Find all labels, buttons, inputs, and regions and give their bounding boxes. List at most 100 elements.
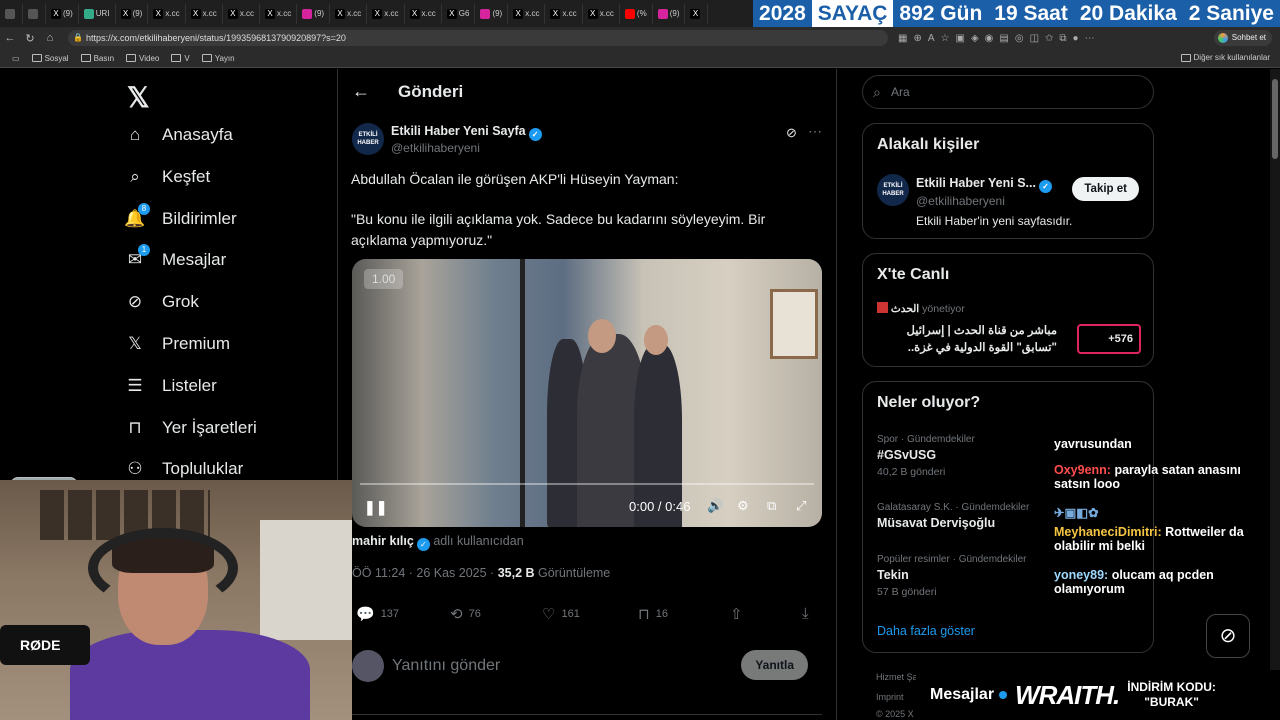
home-icon[interactable]: ⌂ [40, 32, 60, 44]
grid-icon[interactable]: ▦ [898, 33, 907, 44]
browser-tab[interactable]: (9) [297, 3, 331, 24]
back-arrow-icon[interactable]: ← [352, 81, 370, 102]
post-time[interactable]: ÖÖ 11:24 · 26 Kas 2025 · [352, 566, 498, 580]
back-icon[interactable]: ← [0, 32, 20, 44]
sidebar-item-grok[interactable]: ⊘ Grok [124, 291, 199, 313]
grok-explain-icon[interactable]: ⊘ [786, 125, 797, 141]
playback-speed[interactable]: 1.00 [364, 269, 404, 289]
bookmark-folder[interactable]: V [171, 54, 190, 63]
sidebar-item-search[interactable]: ⌕ Keşfet [124, 166, 210, 188]
related-handle[interactable]: @etkilihaberyeni [916, 194, 1005, 208]
extension-icon[interactable]: ◉ [985, 33, 994, 44]
repost-button[interactable]: ⟲ 76 [450, 605, 481, 623]
more-options-icon[interactable]: ⋯ [808, 123, 822, 140]
divider [836, 69, 837, 720]
scrollbar[interactable] [1270, 69, 1280, 720]
trend-item[interactable]: Spor · Gündemdekiler #GSvUSG 40,2 B gönd… [877, 434, 975, 478]
extension-icon[interactable]: ▤ [999, 33, 1008, 44]
menu-icon[interactable]: ⋯ [1085, 33, 1095, 44]
trend-item[interactable]: Popüler resimler · Gündemdekiler Tekin 5… [877, 554, 1027, 598]
follow-button[interactable]: Takip et [1072, 177, 1139, 201]
read-aloud-icon[interactable]: A [928, 33, 935, 44]
browser-tab[interactable]: Xx.cc [330, 3, 368, 24]
user-avatar[interactable] [352, 650, 384, 682]
show-more-link[interactable]: Daha fazla göster [877, 624, 975, 638]
bookmark-folder[interactable]: Basın [80, 54, 114, 63]
bookmark-button[interactable]: ⊓ 16 [638, 605, 668, 623]
browser-tab[interactable]: (% [620, 3, 653, 24]
picture-in-picture-icon[interactable]: ⧉ [767, 498, 776, 514]
copilot-chat-button[interactable]: Sohbet et [1213, 30, 1272, 46]
browser-tab[interactable] [23, 3, 46, 24]
video-progress-bar[interactable] [360, 483, 814, 485]
bookmark-folder[interactable]: Video [126, 54, 159, 63]
scrollbar-thumb[interactable] [1272, 79, 1278, 159]
author-handle[interactable]: @etkilihaberyeni [391, 141, 480, 155]
fullscreen-icon[interactable]: ⤢ [796, 498, 806, 514]
browser-tab[interactable]: Xx.cc [405, 3, 442, 24]
related-avatar[interactable]: ETKİLİ HABER [877, 174, 909, 206]
bookmark-folder[interactable]: Sosyal [31, 54, 69, 63]
extension-icon[interactable]: ◎ [1015, 33, 1024, 44]
browser-tab[interactable] [0, 3, 23, 24]
sidebar-item-list[interactable]: ☰ Listeler [124, 375, 216, 397]
favorites-icon[interactable]: ✩ [1045, 33, 1053, 44]
video-player[interactable]: 1.00 ❚❚ 0:00 / 0:46 🔊 ⚙ ⧉ ⤢ [352, 259, 822, 527]
bookmarks-app-icon[interactable]: ▭ [12, 54, 20, 63]
browser-tab[interactable]: Xx.cc [186, 3, 223, 24]
url-field[interactable]: https://x.com/etkilihaberyeni/status/199… [68, 30, 888, 46]
sidebar-item-mail[interactable]: ✉ 1 Mesajlar [124, 244, 226, 271]
reply-submit-button[interactable]: Yanıtla [741, 650, 808, 680]
pause-icon[interactable]: ❚❚ [364, 499, 387, 516]
x-logo-icon[interactable]: 𝕏 [127, 81, 150, 114]
favorite-icon[interactable]: ☆ [941, 33, 950, 44]
download-button[interactable]: ⤓ [802, 605, 809, 622]
settings-icon[interactable]: ⚙ [737, 498, 749, 514]
reply-input[interactable]: Yanıtını gönder [392, 657, 500, 675]
browser-tab[interactable]: Xx.cc [148, 3, 186, 24]
collections-icon[interactable]: ⧉ [1059, 33, 1066, 44]
browser-tab[interactable]: Xx.cc [583, 3, 620, 24]
bookmark-folder[interactable]: Yayın [201, 54, 235, 63]
browser-tab[interactable]: (9) [653, 3, 686, 24]
browser-tab[interactable]: Xx.cc [508, 3, 546, 24]
sidebar-item-bookmark[interactable]: ⊓ Yer İşaretleri [124, 417, 256, 439]
browser-tab[interactable]: X [685, 3, 709, 24]
reload-icon[interactable]: ↻ [20, 32, 40, 45]
like-button[interactable]: ♡ 161 [542, 605, 580, 623]
sidebar-item-bell[interactable]: 🔔 8 Bildirimler [124, 202, 237, 230]
bookmarks-bar: ▭ Sosyal Basın Video V Yayın Diğer sık k… [0, 49, 1280, 68]
browser-tab[interactable]: (9) [475, 3, 509, 24]
search-input[interactable]: Ara [862, 75, 1154, 109]
trend-item[interactable]: Galatasaray S.K. · Gündemdekiler Müsavat… [877, 502, 1029, 530]
extension-icon[interactable]: ◈ [971, 33, 979, 44]
sidebar-item-home[interactable]: ⌂ Anasayfa [124, 124, 233, 146]
sidebar-item-x[interactable]: 𝕏 Premium [124, 333, 230, 355]
browser-tab[interactable]: X (9) [46, 3, 79, 24]
live-host[interactable]: الحدث yönetiyor [877, 302, 965, 315]
grok-float-icon[interactable]: ⊘ [1206, 614, 1250, 658]
reply-button[interactable]: 💬 137 [356, 605, 399, 623]
zoom-icon[interactable]: ⊕ [913, 33, 921, 44]
author-avatar[interactable]: ETKİLİ HABER [352, 123, 384, 155]
volume-icon[interactable]: 🔊 [707, 498, 723, 514]
sidebar-item-people[interactable]: ⚇ Topluluklar [124, 458, 243, 480]
author-name[interactable]: Etkili Haber Yeni Sayfa ✓ [391, 124, 542, 141]
browser-tab[interactable]: X G6 [442, 3, 476, 24]
live-listeners[interactable]: +576 [1077, 324, 1141, 354]
profile-icon[interactable]: ● [1073, 33, 1079, 44]
browser-tab[interactable]: Xx.cc [545, 3, 583, 24]
browser-tab[interactable]: Xx.cc [367, 3, 405, 24]
browser-tab[interactable]: Xx.cc [223, 3, 261, 24]
extension-icon[interactable]: ▣ [955, 33, 964, 44]
browser-tab[interactable]: URI [79, 3, 116, 24]
share-button[interactable]: ⇧ [730, 605, 743, 623]
browser-tab[interactable]: Xx.cc [260, 3, 298, 24]
attribution-user[interactable]: mahir kılıç [352, 534, 414, 548]
related-name[interactable]: Etkili Haber Yeni S... ✓ [916, 176, 1052, 193]
split-screen-icon[interactable]: ◫ [1030, 33, 1039, 44]
other-bookmarks[interactable]: Diğer sık kullanılanlar [1180, 53, 1270, 62]
browser-tab[interactable]: X (9) [116, 3, 149, 24]
footer-link[interactable]: Imprint [876, 692, 904, 702]
live-title[interactable]: مباشر من قناة الحدث | إسرائيل "تسابق" ال… [877, 323, 1057, 357]
